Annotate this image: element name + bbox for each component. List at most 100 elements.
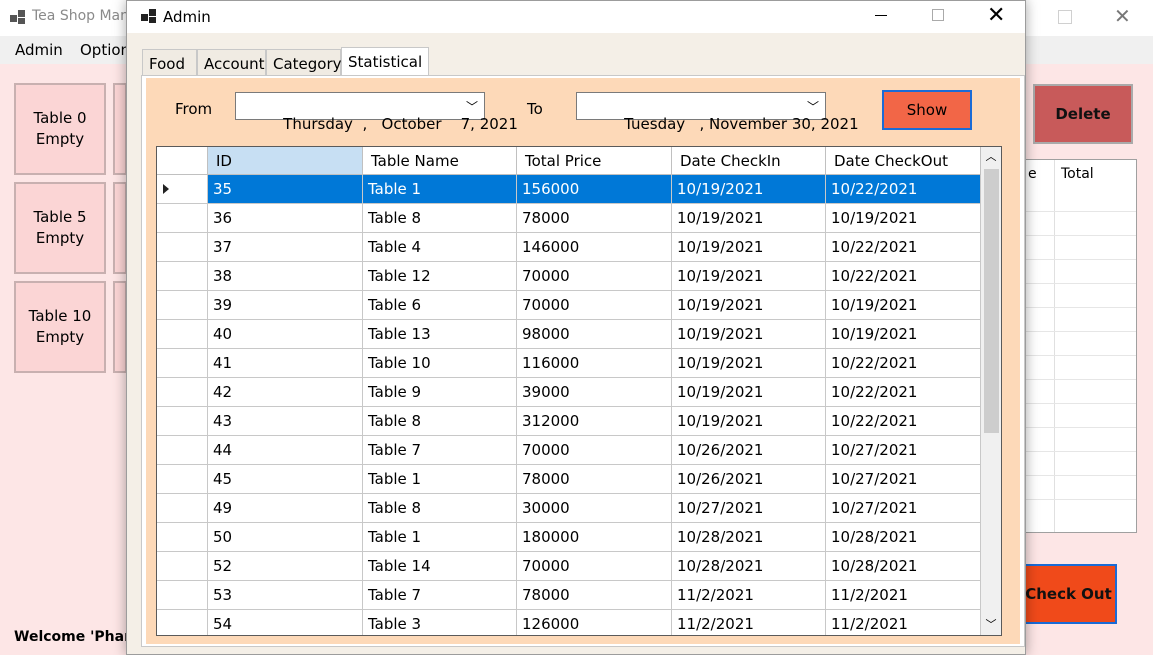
cell-table-name[interactable]: Table 12: [363, 262, 517, 291]
main-close-button[interactable]: ✕: [1114, 4, 1131, 28]
grid-scrollbar[interactable]: ︿ ﹀: [981, 147, 1001, 635]
row-header[interactable]: [157, 407, 208, 436]
cell-id[interactable]: 38: [208, 262, 363, 291]
cell-table-name[interactable]: Table 14: [363, 552, 517, 581]
row-header[interactable]: [157, 233, 208, 262]
cell-total-price[interactable]: 78000: [517, 581, 672, 610]
row-header[interactable]: [157, 320, 208, 349]
cell-date-checkin[interactable]: 10/27/2021: [672, 494, 826, 523]
cell-date-checkin[interactable]: 11/2/2021: [672, 581, 826, 610]
cell-table-name[interactable]: Table 13: [363, 320, 517, 349]
table-row[interactable]: 42 Table 9 39000 10/19/2021 10/22/2021: [157, 378, 981, 407]
cell-table-name[interactable]: Table 1: [363, 523, 517, 552]
cell-date-checkin[interactable]: 10/19/2021: [672, 291, 826, 320]
cell-id[interactable]: 36: [208, 204, 363, 233]
table-row[interactable]: 35 Table 1 156000 10/19/2021 10/22/2021: [157, 175, 981, 204]
admin-minimize-button[interactable]: [875, 15, 887, 16]
tab-food[interactable]: Food: [142, 49, 197, 76]
row-header[interactable]: [157, 291, 208, 320]
row-header[interactable]: [157, 494, 208, 523]
table-button[interactable]: Table 10 Empty: [14, 281, 106, 373]
scrollbar-thumb[interactable]: [984, 169, 999, 433]
cell-table-name[interactable]: Table 9: [363, 378, 517, 407]
admin-close-button[interactable]: ✕: [987, 3, 1005, 28]
cell-date-checkout[interactable]: 10/28/2021: [826, 523, 981, 552]
from-date-picker[interactable]: Thursday , October 7, 2021 ﹀: [235, 92, 518, 133]
row-header[interactable]: [157, 523, 208, 552]
cell-date-checkout[interactable]: 10/27/2021: [826, 465, 981, 494]
cell-table-name[interactable]: Table 1: [363, 465, 517, 494]
cell-date-checkout[interactable]: 11/2/2021: [826, 610, 981, 635]
cell-id[interactable]: 37: [208, 233, 363, 262]
cell-total-price[interactable]: 39000: [517, 378, 672, 407]
cell-date-checkin[interactable]: 10/19/2021: [672, 378, 826, 407]
row-header[interactable]: [157, 262, 208, 291]
cell-total-price[interactable]: 70000: [517, 262, 672, 291]
admin-maximize-button[interactable]: [932, 9, 944, 21]
cell-total-price[interactable]: 98000: [517, 320, 672, 349]
cell-date-checkin[interactable]: 10/19/2021: [672, 262, 826, 291]
cell-date-checkin[interactable]: 11/2/2021: [672, 610, 826, 635]
cell-id[interactable]: 41: [208, 349, 363, 378]
cell-total-price[interactable]: 312000: [517, 407, 672, 436]
cell-id[interactable]: 35: [208, 175, 363, 204]
main-maximize-button[interactable]: [1058, 10, 1072, 24]
table-button[interactable]: Table 0 Empty: [14, 83, 106, 175]
cell-date-checkin[interactable]: 10/19/2021: [672, 407, 826, 436]
cell-total-price[interactable]: 70000: [517, 436, 672, 465]
cell-id[interactable]: 44: [208, 436, 363, 465]
grid-corner-header[interactable]: [157, 147, 208, 175]
cell-table-name[interactable]: Table 8: [363, 407, 517, 436]
cell-id[interactable]: 42: [208, 378, 363, 407]
table-row[interactable]: 43 Table 8 312000 10/19/2021 10/22/2021: [157, 407, 981, 436]
table-row[interactable]: 36 Table 8 78000 10/19/2021 10/19/2021: [157, 204, 981, 233]
bill-statistics-grid[interactable]: ID Table Name Total Price Date CheckIn D…: [156, 146, 1002, 636]
cell-date-checkin[interactable]: 10/19/2021: [672, 320, 826, 349]
row-header[interactable]: [157, 552, 208, 581]
cell-date-checkout[interactable]: 10/22/2021: [826, 175, 981, 204]
cell-date-checkin[interactable]: 10/19/2021: [672, 233, 826, 262]
row-header[interactable]: [157, 175, 208, 204]
row-header[interactable]: [157, 204, 208, 233]
cell-total-price[interactable]: 30000: [517, 494, 672, 523]
column-header-date-checkout[interactable]: Date CheckOut: [826, 147, 981, 175]
cell-date-checkout[interactable]: 10/28/2021: [826, 552, 981, 581]
cell-date-checkin[interactable]: 10/28/2021: [672, 523, 826, 552]
cell-total-price[interactable]: 156000: [517, 175, 672, 204]
chevron-down-icon[interactable]: ﹀: [807, 98, 819, 115]
column-header-table-name[interactable]: Table Name: [363, 147, 517, 175]
cell-date-checkout[interactable]: 10/27/2021: [826, 494, 981, 523]
tab-statistical[interactable]: Statistical: [341, 47, 429, 77]
tab-category[interactable]: Category: [266, 49, 342, 76]
table-row[interactable]: 45 Table 1 78000 10/26/2021 10/27/2021: [157, 465, 981, 494]
cell-id[interactable]: 52: [208, 552, 363, 581]
table-row[interactable]: 41 Table 10 116000 10/19/2021 10/22/2021: [157, 349, 981, 378]
to-date-picker[interactable]: Tuesday , November 30, 2021 ﹀: [576, 92, 859, 133]
cell-total-price[interactable]: 78000: [517, 204, 672, 233]
cell-date-checkout[interactable]: 10/22/2021: [826, 378, 981, 407]
delete-button[interactable]: Delete: [1033, 84, 1133, 144]
cell-date-checkout[interactable]: 10/19/2021: [826, 204, 981, 233]
cell-id[interactable]: 54: [208, 610, 363, 635]
row-header[interactable]: [157, 465, 208, 494]
table-row[interactable]: 52 Table 14 70000 10/28/2021 10/28/2021: [157, 552, 981, 581]
cell-id[interactable]: 53: [208, 581, 363, 610]
row-header[interactable]: [157, 610, 208, 635]
cell-table-name[interactable]: Table 7: [363, 436, 517, 465]
table-button[interactable]: Table 5 Empty: [14, 182, 106, 274]
cell-id[interactable]: 43: [208, 407, 363, 436]
bill-column-header[interactable]: e: [1028, 166, 1037, 182]
cell-date-checkout[interactable]: 10/19/2021: [826, 291, 981, 320]
column-header-total-price[interactable]: Total Price: [517, 147, 672, 175]
cell-date-checkin[interactable]: 10/28/2021: [672, 552, 826, 581]
row-header[interactable]: [157, 436, 208, 465]
scroll-down-arrow-icon[interactable]: ﹀: [981, 615, 1001, 635]
cell-table-name[interactable]: Table 10: [363, 349, 517, 378]
chevron-down-icon[interactable]: ﹀: [466, 98, 478, 115]
tab-account[interactable]: Account: [197, 49, 266, 76]
table-row[interactable]: 39 Table 6 70000 10/19/2021 10/19/2021: [157, 291, 981, 320]
cell-total-price[interactable]: 70000: [517, 552, 672, 581]
cell-date-checkin[interactable]: 10/26/2021: [672, 436, 826, 465]
cell-date-checkout[interactable]: 10/22/2021: [826, 262, 981, 291]
cell-date-checkout[interactable]: 10/27/2021: [826, 436, 981, 465]
